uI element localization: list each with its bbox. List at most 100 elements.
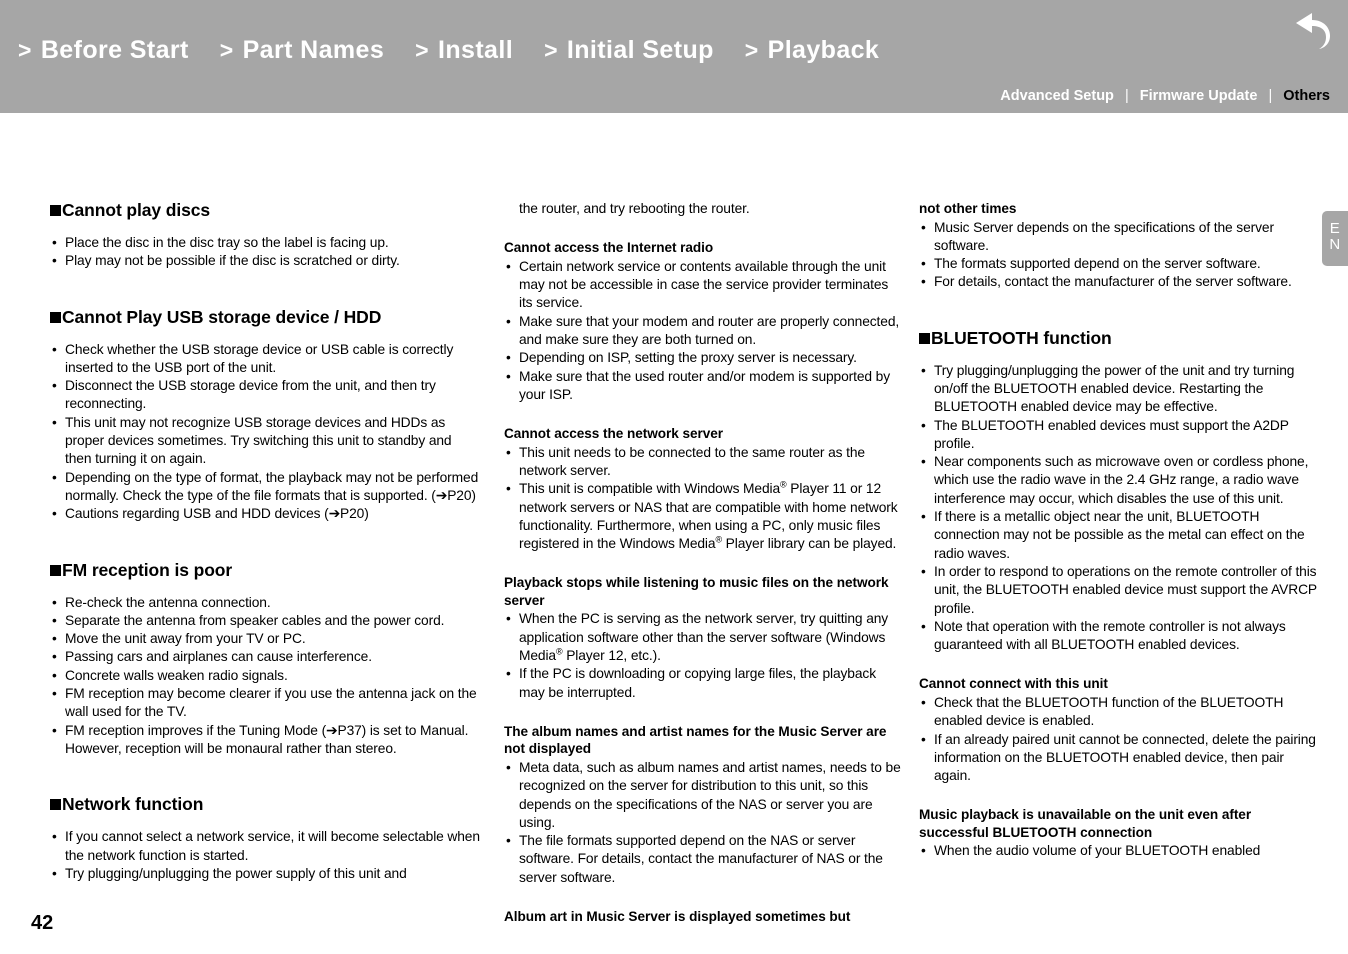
sub-heading-music-playback-unavailable: Music playback is unavailable on the uni… [919,807,1252,840]
nav-item-install[interactable]: > Install [415,36,513,65]
continuation-text: the router, and try rebooting the router… [519,201,750,216]
three-column-layout: Cannot play discs Place the disc in the … [0,200,1348,927]
sub-heading-album-art: Album art in Music Server is displayed s… [504,909,851,925]
bullet-list: Try plugging/unplugging the power of the… [919,362,1319,655]
list-item: Meta data, such as album names and artis… [504,759,904,832]
square-bullet-icon [50,311,61,323]
list-item: This unit is compatible with Windows Med… [504,480,904,553]
sub-nav-others[interactable]: Others [1283,88,1330,104]
list-item: Passing cars and airplanes can cause int… [50,648,480,667]
section-heading-text: FM reception is poor [62,559,233,580]
list-item: Separate the antenna from speaker cables… [50,612,480,631]
list-item: FM reception improves if the Tuning Mode… [50,722,480,759]
list-item: Concrete walls weaken radio signals. [50,667,480,686]
list-item: Cautions regarding USB and HDD devices (… [50,505,480,524]
nav-item-initial-setup[interactable]: > Initial Setup [544,36,714,65]
list-item: Move the unit away from your TV or PC. [50,630,480,649]
bullet-list: Meta data, such as album names and artis… [504,759,904,887]
content-column-1: Cannot play discs Place the disc in the … [50,200,480,883]
section-heading-text: Cannot Play USB storage device / HDD [62,306,382,327]
bullet-list: Certain network service or contents avai… [504,258,904,404]
list-item: Try plugging/unplugging the power supply… [50,865,480,884]
sub-heading-album-artist-names: The album names and artist names for the… [504,723,887,757]
list-item: Check that the BLUETOOTH function of the… [919,694,1319,731]
square-bullet-icon [50,799,61,811]
list-item: Note that operation with the remote cont… [919,618,1319,655]
section-heading-cannot-play-discs: Cannot play discs [50,200,480,221]
bullet-list: This unit needs to be connected to the s… [504,444,904,554]
list-item: When the audio volume of your BLUETOOTH … [919,842,1319,861]
section-heading-cannot-play-usb: Cannot Play USB storage device / HDD [50,307,480,328]
list-item: Disconnect the USB storage device from t… [50,377,480,414]
page-number: 42 [31,912,54,934]
section-heading-text: Network function [62,794,204,815]
square-bullet-icon [50,564,61,576]
list-item: When the PC is serving as the network se… [504,610,904,665]
sub-heading-playback-stops: Playback stops while listening to music … [504,575,889,608]
bullet-list: Place the disc in the disc tray so the l… [50,234,480,271]
bullet-list: If you cannot select a network service, … [50,828,480,883]
nav-item-label: Install [438,36,514,64]
sub-nav-separator: | [1124,88,1129,104]
bullet-list: Check that the BLUETOOTH function of the… [919,694,1319,785]
square-bullet-icon [919,332,930,344]
secondary-nav: Advanced Setup | Firmware Update | Other… [1000,88,1330,104]
bullet-list: When the audio volume of your BLUETOOTH … [919,842,1319,861]
square-bullet-icon [50,205,61,216]
content-column-2: the router, and try rebooting the router… [504,200,904,927]
sub-heading-internet-radio: Cannot access the Internet radio [504,240,714,256]
sub-nav-advanced-setup[interactable]: Advanced Setup [1000,88,1114,104]
list-item: If an already paired unit cannot be conn… [919,731,1319,786]
bullet-list: When the PC is serving as the network se… [504,610,904,701]
chevron-right-icon: > [744,37,759,63]
chevron-right-icon: > [544,37,558,63]
nav-item-label: Before Start [40,36,189,64]
sub-heading-continuation-not-other-times: not other times [919,201,1017,216]
list-item: If you cannot select a network service, … [50,828,480,865]
nav-item-label: Playback [767,36,880,64]
bullet-list: Re-check the antenna connection. Separat… [50,594,480,759]
list-item: FM reception may become clearer if you u… [50,685,480,722]
list-item: Place the disc in the disc tray so the l… [50,234,480,253]
sub-nav-firmware-update[interactable]: Firmware Update [1140,88,1258,104]
section-heading-text: Cannot play discs [62,200,211,220]
list-item: Depending on ISP, setting the proxy serv… [504,349,904,368]
chevron-right-icon: > [415,37,430,63]
page-header: > Before Start > Part Names > Install > … [0,0,1348,113]
list-item: Check whether the USB storage device or … [50,341,480,378]
page-content: Cannot play discs Place the disc in the … [0,200,1348,927]
nav-item-playback[interactable]: > Playback [745,36,879,65]
nav-item-label: Part Names [242,36,385,64]
section-heading-fm-reception: FM reception is poor [50,560,480,581]
back-arrow-icon[interactable] [1288,12,1334,52]
list-item: If the PC is downloading or copying larg… [504,665,904,702]
list-item: Make sure that your modem and router are… [504,313,904,350]
list-item: The file formats supported depend on the… [504,832,904,887]
list-item: In order to respond to operations on the… [919,563,1319,618]
nav-item-before-start[interactable]: > Before Start [18,36,189,65]
sub-nav-separator: | [1268,88,1273,104]
bullet-list: Check whether the USB storage device or … [50,341,480,524]
list-item: Music Server depends on the specificatio… [919,219,1319,256]
section-heading-network-function: Network function [50,794,480,815]
chevron-right-icon: > [219,37,234,63]
sub-heading-network-server: Cannot access the network server [504,426,724,442]
nav-item-label: Initial Setup [566,36,714,64]
list-item: For details, contact the manufacturer of… [919,273,1319,292]
list-item: This unit may not recognize USB storage … [50,414,480,469]
sub-heading-cannot-connect: Cannot connect with this unit [919,676,1108,692]
section-heading-bluetooth-function: BLUETOOTH function [919,328,1319,349]
chevron-right-icon: > [18,37,32,63]
list-item: Near components such as microwave oven o… [919,453,1319,508]
nav-item-part-names[interactable]: > Part Names [220,36,384,65]
